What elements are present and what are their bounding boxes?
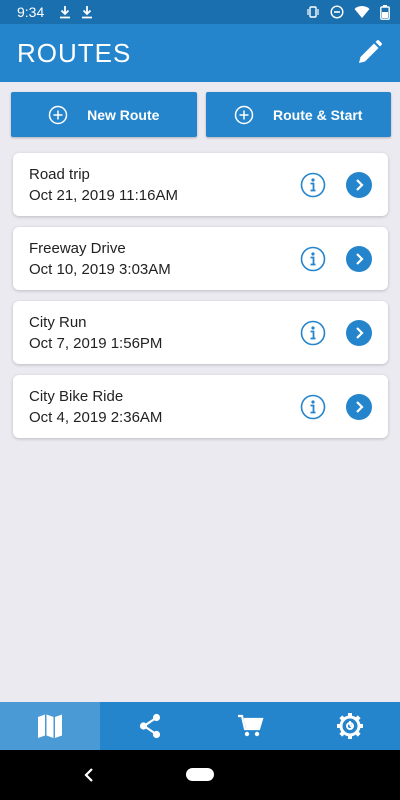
route-date: Oct 4, 2019 2:36AM [29, 408, 163, 426]
info-icon[interactable] [300, 246, 326, 272]
status-time: 9:34 [17, 4, 45, 20]
route-and-start-label: Route & Start [273, 106, 363, 123]
routes-list: Road trip Oct 21, 2019 11:16AM Freeway D… [13, 153, 388, 449]
page-title: ROUTES [17, 37, 132, 68]
app-bar: ROUTES [0, 24, 400, 82]
route-name: City Bike Ride [29, 387, 124, 405]
nav-map[interactable] [0, 702, 100, 750]
info-icon[interactable] [300, 320, 326, 346]
plus-circle-icon [234, 105, 254, 124]
nav-settings[interactable] [300, 702, 400, 750]
gear-icon [337, 713, 363, 739]
route-name: City Run [29, 313, 87, 331]
map-icon [38, 714, 62, 738]
home-button[interactable] [186, 768, 214, 781]
route-name: Freeway Drive [29, 239, 126, 257]
chevron-right-icon[interactable] [346, 393, 372, 420]
route-item[interactable]: City Bike Ride Oct 4, 2019 2:36AM [13, 375, 388, 438]
cart-icon [238, 714, 264, 737]
chevron-right-icon[interactable] [346, 245, 372, 272]
download-icon [60, 6, 71, 19]
new-route-button[interactable]: New Route [11, 92, 197, 137]
bottom-nav [0, 702, 400, 750]
route-date: Oct 10, 2019 3:03AM [29, 260, 171, 278]
system-nav-bar [0, 750, 400, 800]
chevron-right-icon[interactable] [346, 319, 372, 346]
nav-share[interactable] [100, 702, 200, 750]
wifi-icon [354, 6, 370, 19]
vibrate-icon [307, 6, 319, 18]
route-and-start-button[interactable]: Route & Start [205, 92, 391, 137]
route-name: Road trip [29, 165, 90, 183]
chevron-right-icon[interactable] [346, 171, 372, 198]
pencil-icon[interactable] [354, 38, 384, 68]
route-item[interactable]: Road trip Oct 21, 2019 11:16AM [13, 153, 388, 216]
nav-cart[interactable] [200, 702, 300, 750]
route-item[interactable]: City Run Oct 7, 2019 1:56PM [13, 301, 388, 364]
info-icon[interactable] [300, 172, 326, 198]
info-icon[interactable] [300, 394, 326, 420]
plus-circle-icon [48, 105, 68, 124]
action-bar: New Route Route & Start [11, 92, 391, 137]
status-bar: 9:34 [0, 0, 400, 24]
route-date: Oct 21, 2019 11:16AM [29, 186, 178, 204]
share-icon [139, 713, 161, 739]
back-icon[interactable] [82, 766, 96, 784]
route-item[interactable]: Freeway Drive Oct 10, 2019 3:03AM [13, 227, 388, 290]
new-route-label: New Route [87, 106, 160, 123]
route-date: Oct 7, 2019 1:56PM [29, 334, 163, 352]
battery-icon [380, 4, 390, 20]
download-icon [82, 6, 93, 19]
dnd-icon [330, 5, 344, 19]
